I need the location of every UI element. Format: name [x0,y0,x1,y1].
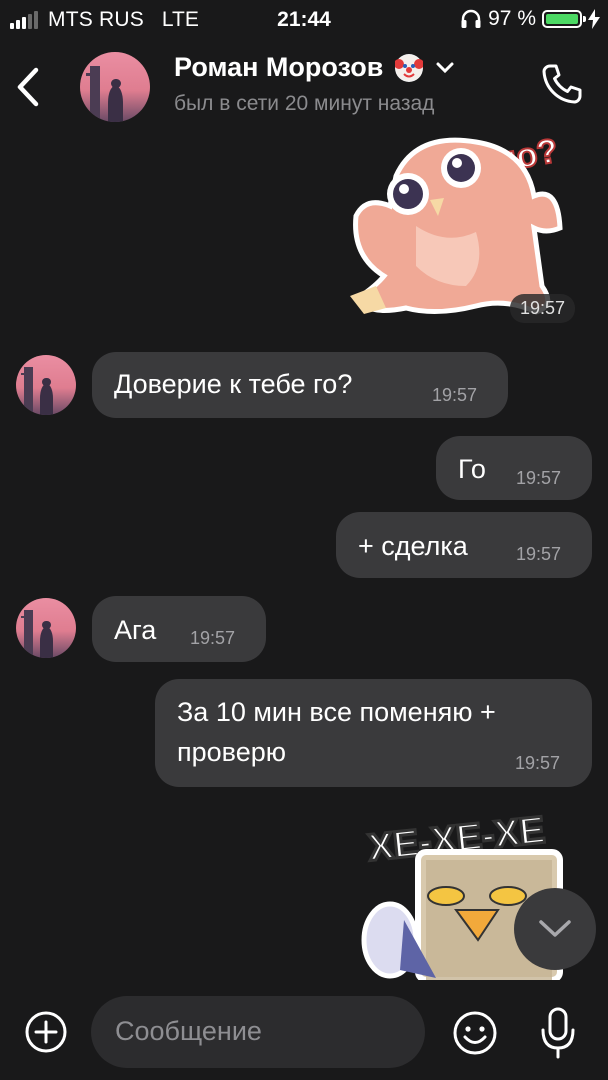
message-text-line-1: За 10 мин все поменяю + [177,697,496,727]
battery-icon [542,10,586,28]
contact-avatar[interactable] [80,52,150,122]
incoming-message-bubble[interactable]: Доверие к тебе го? 19:57 [92,352,508,418]
message-time: 19:57 [432,385,478,405]
chevron-down-icon[interactable] [435,61,455,75]
charging-bolt-icon [588,9,600,29]
message-text: + сделка [358,531,468,561]
battery-percent: 97 % [488,7,536,30]
back-chevron-icon[interactable] [10,62,46,112]
message-time: 19:57 [190,628,236,648]
incoming-message-bubble[interactable]: Ага 19:57 [92,596,266,662]
microphone-icon[interactable] [538,1006,578,1060]
message-text: Ага [114,615,157,645]
message-time: 19:57 [516,468,562,488]
sender-avatar[interactable] [16,598,76,658]
headphones-icon [461,9,481,28]
status-bar: MTS RUS LTE 21:44 97 % [0,0,608,40]
add-attachment-icon[interactable] [24,1010,68,1054]
message-composer: Сообщение [0,980,608,1080]
scroll-to-bottom-button[interactable] [514,888,596,970]
message-text: Доверие к тебе го? [114,369,353,399]
chat-header: Роман Морозов был в сети 20 минут назад [0,40,608,136]
message-text: Го [458,454,486,484]
contact-last-seen: был в сети 20 минут назад [174,92,435,115]
clown-face-icon [394,53,425,82]
phone-call-icon[interactable] [540,62,584,106]
outgoing-message-bubble[interactable]: Го 19:57 [436,436,592,500]
sender-avatar[interactable] [16,355,76,415]
message-input[interactable]: Сообщение [91,996,425,1068]
contact-name: Роман Морозов [174,52,384,82]
message-time: 19:57 [510,294,576,323]
contact-name-row[interactable]: Роман Морозов [174,52,455,83]
emoji-icon[interactable] [452,1010,498,1056]
message-text-line-2: проверю [177,737,286,767]
outgoing-message-bubble[interactable]: За 10 мин все поменяю + проверю 19:57 [155,679,592,787]
outgoing-message-bubble[interactable]: + сделка 19:57 [336,512,592,578]
message-time: 19:57 [515,753,561,773]
chevron-down-icon [539,920,571,937]
message-time: 19:57 [516,544,562,564]
